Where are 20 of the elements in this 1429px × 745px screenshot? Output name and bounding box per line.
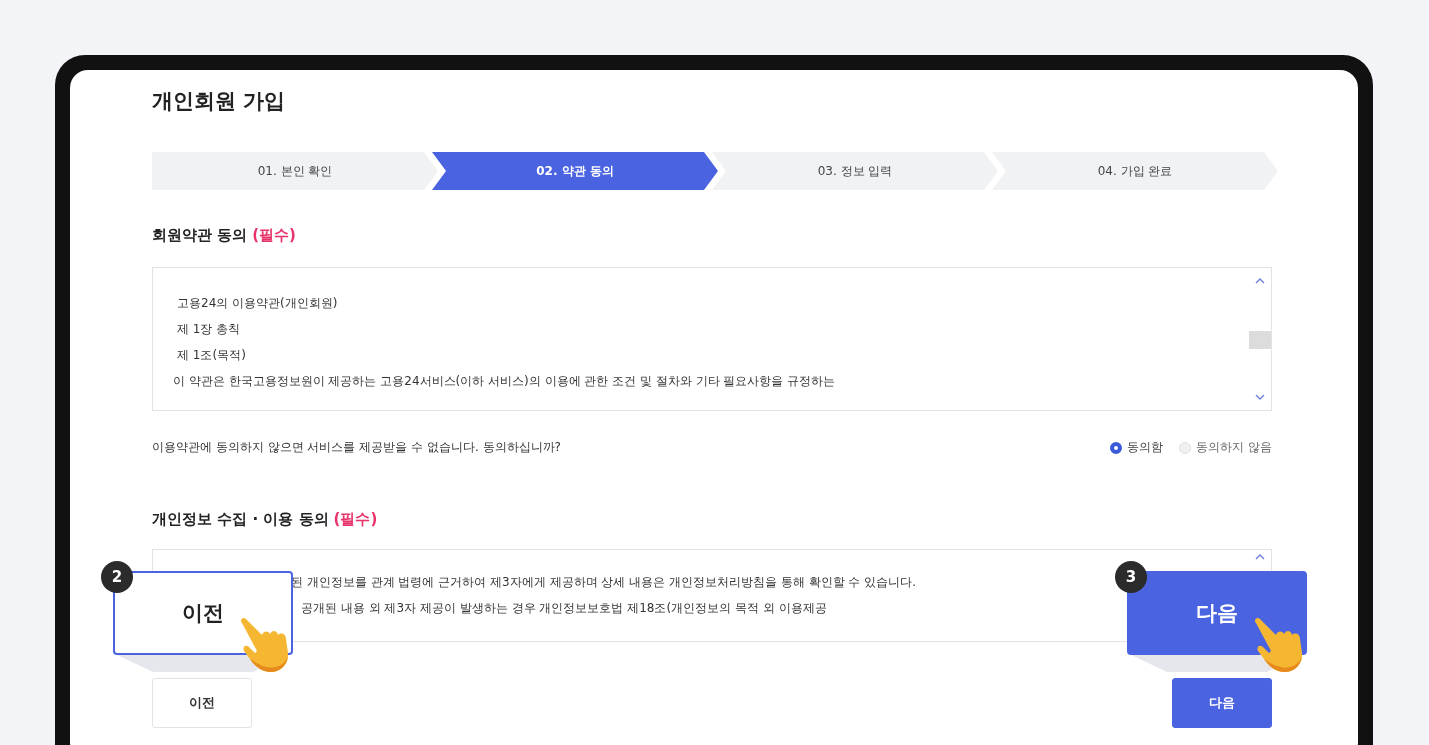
terms-text-line: 이 약관은 한국고용정보원이 제공하는 고용24서비스(이하 서비스)의 이용에 관한 조건 및 절차와 기타 필요사항을 규정하는 bbox=[173, 373, 836, 390]
privacy-text-line: 공개된 내용 외 제3자 제공이 발생하는 경우 개인정보보호법 제18조(개인정보의 목적 외 이용제공 bbox=[300, 600, 827, 617]
section-title: 회원약관 동의 bbox=[152, 226, 248, 245]
section-title: 개인정보 수집 · 이용 동의 bbox=[152, 510, 329, 529]
required-mark: (필수) bbox=[252, 226, 296, 245]
terms-text-line: 제 1장 총칙 bbox=[177, 321, 241, 338]
next-button[interactable]: 다음 bbox=[1172, 678, 1272, 728]
scrollbar-thumb[interactable] bbox=[1249, 331, 1271, 349]
scroll-up-icon[interactable] bbox=[1255, 278, 1265, 284]
page-title: 개인회원 가입 bbox=[152, 88, 287, 115]
radio-option[interactable]: 동의함 bbox=[1110, 439, 1164, 456]
terms-text-line: 고용24의 이용약관(개인회원) bbox=[177, 295, 338, 312]
privacy-text-line: 된 개인정보를 관계 법령에 근거하여 제3자에게 제공하며 상세 내용은 개인정보처리방침을 통해 확인할 수 있습니다. bbox=[291, 574, 917, 591]
previous-button[interactable]: 이전 bbox=[152, 678, 252, 728]
scroll-up-icon[interactable] bbox=[1255, 554, 1265, 560]
scroll-down-icon[interactable] bbox=[1255, 394, 1265, 400]
required-mark: (필수) bbox=[333, 510, 378, 529]
terms-text-box[interactable]: 고용24의 이용약관(개인회원) 제 1장 총칙 제 1조(목적) 이 약관은 한국고용정보원이 제공하는 고용24서비스(이하 서비스)의 이용에 관한 조건 및 절차와 기타 필요사항을 규정하는 bbox=[152, 267, 1272, 411]
terms-text-line: 제 1조(목적) bbox=[177, 347, 246, 364]
agreement-question: 이용약관에 동의하지 않으면 서비스를 제공받을 수 없습니다. 동의하십니까? bbox=[152, 439, 561, 456]
